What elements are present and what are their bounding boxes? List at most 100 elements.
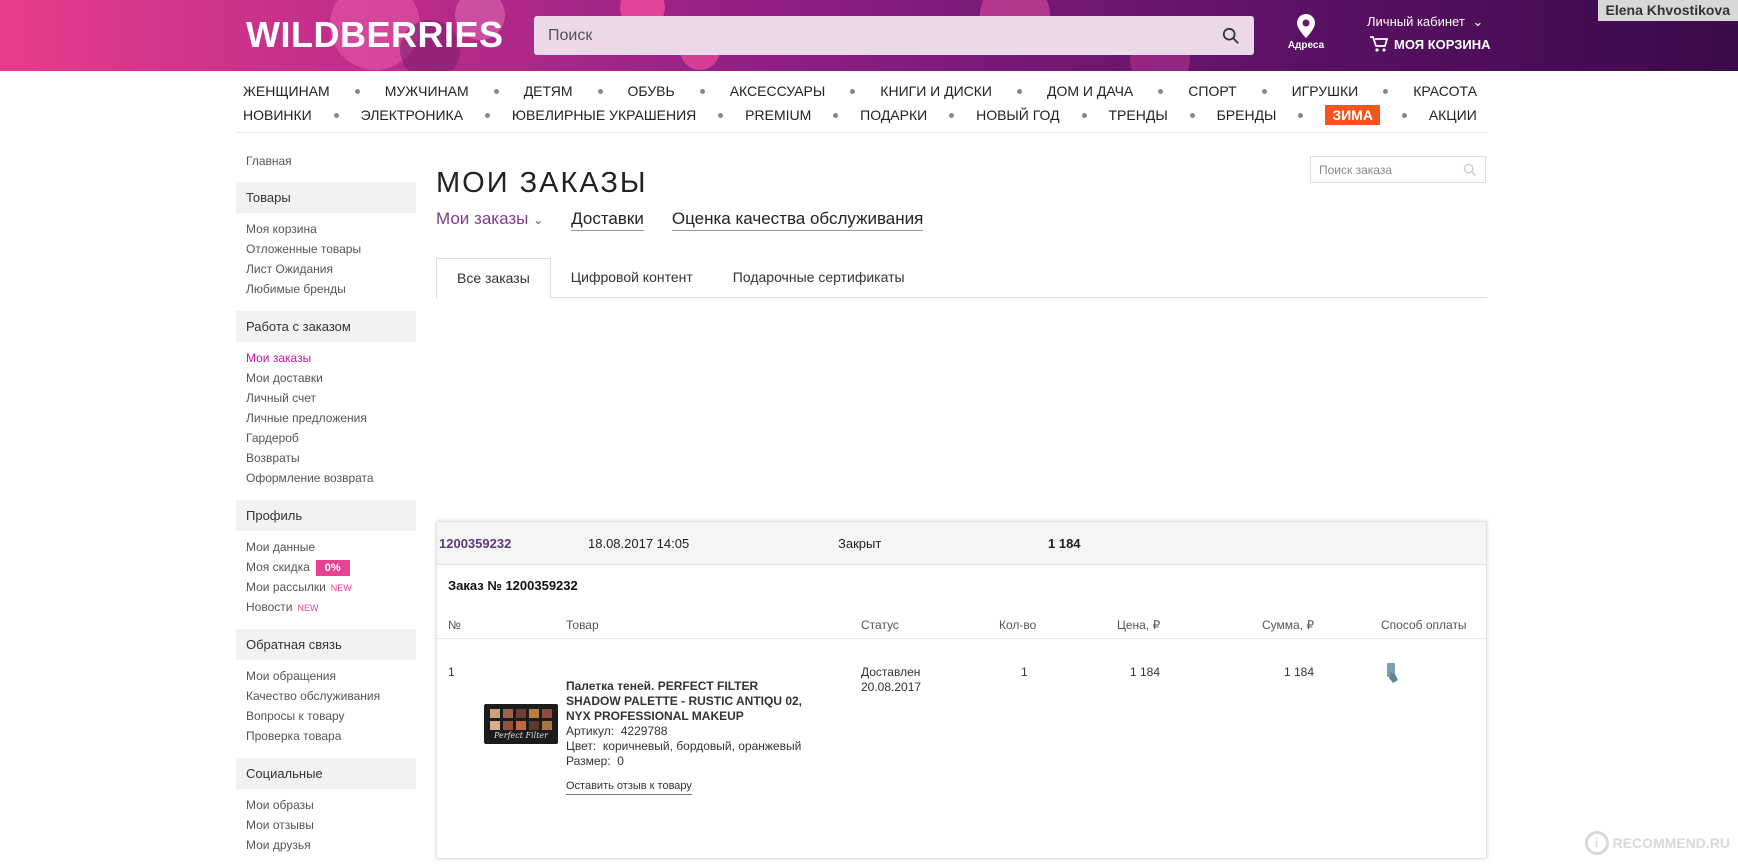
sidebar-item-cart[interactable]: Моя корзина xyxy=(236,219,416,239)
sidebar-home-link[interactable]: Главная xyxy=(236,150,416,172)
nav-item[interactable]: МУЖЧИНАМ xyxy=(385,83,469,99)
account-menu[interactable]: Личный кабинет ⌄ xyxy=(1367,14,1483,30)
sidebar-item-looks[interactable]: Мои образы xyxy=(236,795,416,815)
sidebar-section-title: Работа с заказом xyxy=(236,311,416,342)
nav-item[interactable]: ДЕТЯМ xyxy=(524,83,573,99)
article-value: 4229788 xyxy=(621,724,668,738)
sidebar-item-deliveries[interactable]: Мои доставки xyxy=(236,368,416,388)
order-number-link[interactable]: 1200359232 xyxy=(439,536,511,551)
sidebar-item-wardrobe[interactable]: Гардероб xyxy=(236,428,416,448)
sidebar-item-news[interactable]: Новости NEW xyxy=(236,597,416,617)
product-image[interactable]: Perfect Filter xyxy=(484,704,558,744)
sidebar-item-brands[interactable]: Любимые бренды xyxy=(236,279,416,299)
column-header-qty: Кол-во xyxy=(999,618,1036,632)
order-search[interactable]: Поиск заказа xyxy=(1310,156,1486,183)
sidebar-item-account[interactable]: Личный счет xyxy=(236,388,416,408)
palette-swatch xyxy=(503,721,513,730)
nav-item[interactable]: АКЦИИ xyxy=(1429,107,1477,123)
sidebar-item-discount[interactable]: Моя скидка0% xyxy=(236,557,416,577)
size-label: Размер: xyxy=(566,754,611,768)
column-header-product: Товар xyxy=(566,618,599,632)
category-nav-row-1: ЖЕНЩИНАМ МУЖЧИНАМ ДЕТЯМ ОБУВЬ АКСЕССУАРЫ… xyxy=(243,83,1477,99)
palette-script: Perfect Filter xyxy=(490,731,552,740)
nav-item[interactable]: АКСЕССУАРЫ xyxy=(730,83,826,99)
nav-item[interactable]: НОВИНКИ xyxy=(243,107,312,123)
sidebar-item-waitlist[interactable]: Лист Ожидания xyxy=(236,259,416,279)
nav-item[interactable]: ПОДАРКИ xyxy=(860,107,927,123)
nav-item[interactable]: ЮВЕЛИРНЫЕ УКРАШЕНИЯ xyxy=(512,107,696,123)
nav-item[interactable]: ОБУВЬ xyxy=(628,83,675,99)
nav-item[interactable]: КРАСОТА xyxy=(1413,83,1477,99)
sidebar-item-return-form[interactable]: Оформление возврата xyxy=(236,468,416,488)
palette-swatch xyxy=(503,709,513,718)
sidebar-item-offers[interactable]: Личные предложения xyxy=(236,408,416,428)
nav-item-zima[interactable]: ЗИМА xyxy=(1325,105,1380,125)
subnav-label: Мои заказы xyxy=(436,209,528,228)
nav-separator xyxy=(1017,89,1022,94)
new-badge: NEW xyxy=(297,603,318,613)
palette-swatch xyxy=(542,721,552,730)
order-search-input[interactable]: Поиск заказа xyxy=(1319,163,1392,177)
item-index: 1 xyxy=(448,665,455,679)
sidebar-item-friends[interactable]: Мои друзья xyxy=(236,835,416,855)
sidebar-item-returns[interactable]: Возвраты xyxy=(236,448,416,468)
sidebar-item-appeals[interactable]: Мои обращения xyxy=(236,666,416,686)
orders-tabs: Все заказы Цифровой контент Подарочные с… xyxy=(436,258,1487,298)
orders-subnav: Мои заказы ⌄ Доставки Оценка качества об… xyxy=(436,209,923,231)
search-icon[interactable] xyxy=(1463,163,1477,177)
search-icon[interactable] xyxy=(1222,27,1240,45)
sidebar-group-feedback: Обратная связь Мои обращения Качество об… xyxy=(236,629,416,746)
nav-separator xyxy=(355,89,360,94)
sidebar-item-questions[interactable]: Вопросы к товару xyxy=(236,706,416,726)
sidebar-item-my-orders[interactable]: Мои заказы xyxy=(236,348,416,368)
sidebar-item-newsletters[interactable]: Мои рассылкиNEW xyxy=(236,577,416,597)
chevron-down-icon: ⌄ xyxy=(1472,14,1483,29)
nav-item[interactable]: НОВЫЙ ГОД xyxy=(976,107,1060,123)
item-price: 1 184 xyxy=(1130,665,1160,679)
sidebar-item-deferred[interactable]: Отложенные товары xyxy=(236,239,416,259)
product-color: Цвет: коричневый, бордовый, оранжевый xyxy=(566,739,806,754)
nav-item[interactable]: КНИГИ И ДИСКИ xyxy=(880,83,992,99)
column-header-payment: Способ оплаты xyxy=(1381,618,1467,632)
leave-review-link[interactable]: Оставить отзыв к товару xyxy=(566,779,692,795)
order-summary-row[interactable]: 1200359232 18.08.2017 14:05 Закрыт 1 184 xyxy=(437,522,1486,565)
nav-item[interactable]: ЖЕНЩИНАМ xyxy=(243,83,330,99)
subnav-service-rating[interactable]: Оценка качества обслуживания xyxy=(672,209,923,231)
category-nav-row-2: НОВИНКИ ЭЛЕКТРОНИКА ЮВЕЛИРНЫЕ УКРАШЕНИЯ … xyxy=(243,105,1477,125)
nav-separator xyxy=(1298,113,1303,118)
sidebar-item-label: Новости xyxy=(246,600,292,614)
search-input[interactable] xyxy=(548,27,1222,45)
nav-item[interactable]: ИГРУШКИ xyxy=(1292,83,1359,99)
sidebar-item-service-quality[interactable]: Качество обслуживания xyxy=(236,686,416,706)
subnav-deliveries[interactable]: Доставки xyxy=(571,209,644,231)
nav-item[interactable]: ТРЕНДЫ xyxy=(1109,107,1168,123)
tab-digital-content[interactable]: Цифровой контент xyxy=(551,258,713,297)
order-date: 18.08.2017 14:05 xyxy=(588,536,689,551)
search-bar[interactable] xyxy=(534,16,1254,55)
addresses-button[interactable]: Адреса xyxy=(1286,14,1326,51)
table-header-divider xyxy=(437,638,1486,639)
nav-item[interactable]: СПОРТ xyxy=(1188,83,1236,99)
sidebar-item-label: Моя скидка xyxy=(246,560,310,574)
subnav-my-orders[interactable]: Мои заказы ⌄ xyxy=(436,209,543,231)
sidebar-item-reviews[interactable]: Мои отзывы xyxy=(236,815,416,835)
tab-gift-certificates[interactable]: Подарочные сертификаты xyxy=(713,258,925,297)
cart-button[interactable]: МОЯ КОРЗИНА xyxy=(1370,36,1491,52)
nav-item[interactable]: ЭЛЕКТРОНИКА xyxy=(361,107,463,123)
nav-separator xyxy=(1082,113,1087,118)
nav-item[interactable]: ДОМ И ДАЧА xyxy=(1047,83,1133,99)
nav-item[interactable]: БРЕНДЫ xyxy=(1217,107,1277,123)
product-info: Палетка теней. PERFECT FILTER SHADOW PAL… xyxy=(566,679,806,795)
tab-all-orders[interactable]: Все заказы xyxy=(436,258,551,299)
sidebar-item-my-data[interactable]: Мои данные xyxy=(236,537,416,557)
watermark-icon: i xyxy=(1585,831,1609,855)
nav-separator xyxy=(598,89,603,94)
product-name[interactable]: Палетка теней. PERFECT FILTER SHADOW PAL… xyxy=(566,679,806,724)
sidebar-group-orders: Работа с заказом Мои заказы Мои доставки… xyxy=(236,311,416,488)
card-payment-icon xyxy=(1385,662,1401,684)
chevron-down-icon: ⌄ xyxy=(533,213,543,227)
palette-swatch xyxy=(529,721,539,730)
site-logo[interactable]: WILDBERRIES xyxy=(246,14,504,56)
nav-item[interactable]: PREMIUM xyxy=(745,107,811,123)
sidebar-item-check[interactable]: Проверка товара xyxy=(236,726,416,746)
